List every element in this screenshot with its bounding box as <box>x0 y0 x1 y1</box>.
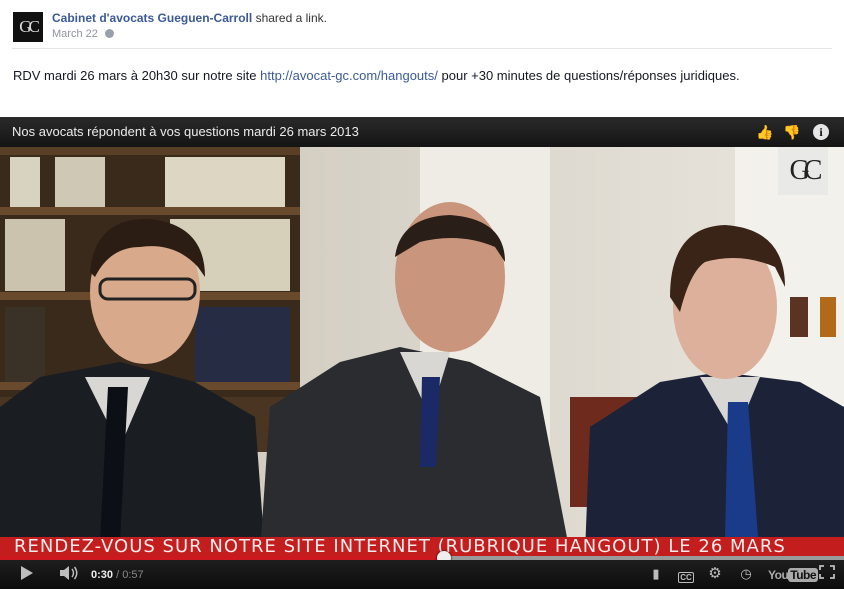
hangouts-link[interactable]: http://avocat-gc.com/hangouts/ <box>260 68 438 83</box>
captions-icon[interactable]: CC <box>677 567 695 585</box>
post-meta: March 22 <box>52 28 114 40</box>
annotation-icon[interactable]: ▮ <box>648 565 664 583</box>
video-player[interactable]: Nos avocats répondent à vos questions ma… <box>0 117 844 589</box>
message-text-start: RDV mardi 26 mars à 20h30 sur notre site <box>13 68 261 83</box>
public-globe-icon <box>104 29 114 38</box>
message-text-end: pour +30 minutes de questions/réponses j… <box>437 68 740 83</box>
time-display: 0:30 / 0:57 <box>91 569 144 581</box>
video-frame[interactable] <box>0 147 844 553</box>
youtube-logo-you: You <box>768 568 789 582</box>
channel-watermark[interactable]: GC <box>778 147 828 195</box>
video-title[interactable]: Nos avocats répondent à vos questions ma… <box>12 124 359 139</box>
youtube-logo[interactable]: You Tube <box>768 568 819 582</box>
post-message: RDV mardi 26 mars à 20h30 sur notre site… <box>13 67 813 85</box>
play-icon[interactable] <box>18 565 36 583</box>
current-time: 0:30 <box>91 569 114 581</box>
post-date[interactable]: March 22 <box>52 28 98 40</box>
video-title-bar: Nos avocats répondent à vos questions ma… <box>0 117 844 147</box>
youtube-logo-tube: Tube <box>788 568 819 582</box>
thumbs-down-icon[interactable]: 👎 <box>783 123 801 141</box>
page-avatar[interactable]: GC <box>13 12 43 42</box>
divider <box>12 48 832 49</box>
video-banner: RENDEZ-VOUS SUR NOTRE SITE INTERNET (RUB… <box>0 537 844 558</box>
info-icon[interactable]: i <box>813 124 829 140</box>
post-action: shared a link. <box>255 11 327 25</box>
post-header: Cabinet d'avocats Gueguen-Carroll shared… <box>52 11 327 25</box>
banner-text: RENDEZ-VOUS SUR NOTRE SITE INTERNET (RUB… <box>14 537 786 557</box>
thumbs-up-icon[interactable]: 👍 <box>756 123 774 141</box>
clock-icon[interactable]: ◷ <box>737 565 755 583</box>
duration: / 0:57 <box>116 569 144 581</box>
author-link[interactable]: Cabinet d'avocats Gueguen-Carroll <box>52 11 252 25</box>
volume-icon[interactable] <box>58 565 80 583</box>
player-controls: 0:30 / 0:57 ▮ CC ⚙ ◷ You Tube <box>0 560 844 589</box>
fullscreen-icon[interactable] <box>818 565 836 583</box>
gear-icon[interactable]: ⚙ <box>706 565 724 583</box>
